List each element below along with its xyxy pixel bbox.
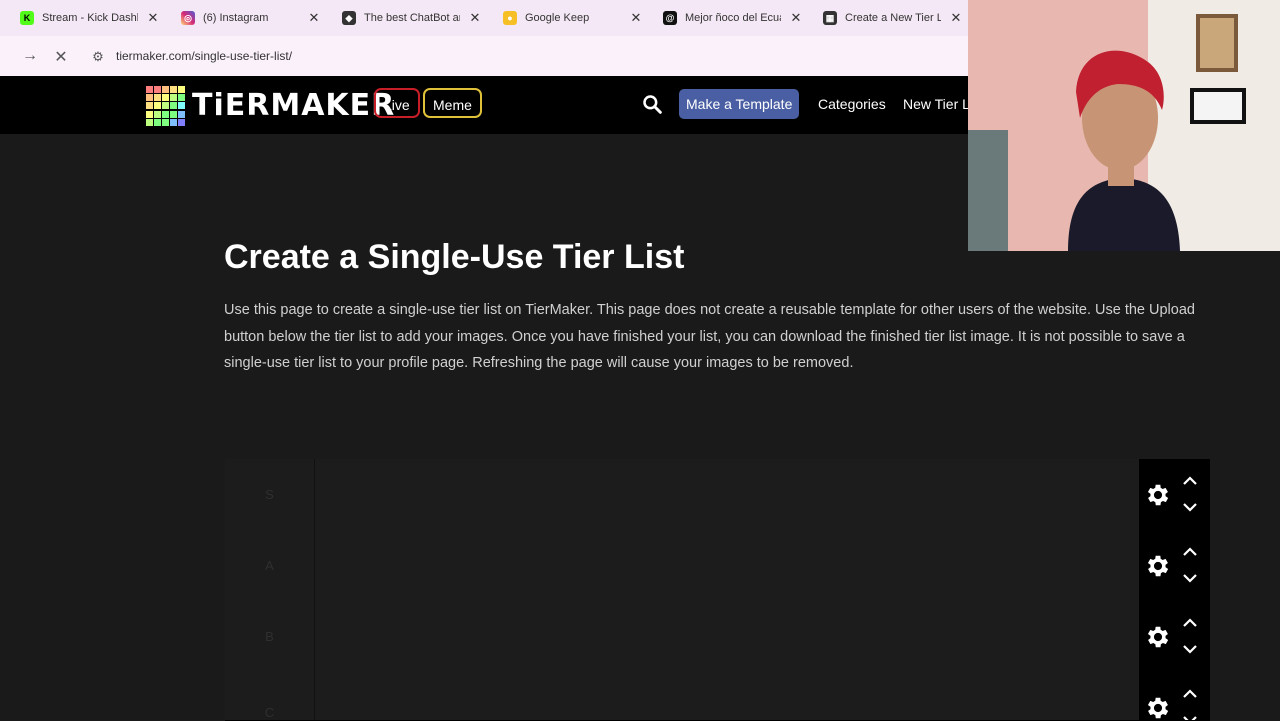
kick-icon: K bbox=[20, 11, 34, 25]
tier-controls bbox=[1139, 672, 1210, 720]
site-logo[interactable]: TiERMAKER bbox=[192, 88, 395, 123]
tab-title: Google Keep bbox=[525, 12, 590, 24]
close-icon[interactable]: ✕ bbox=[307, 10, 321, 26]
chevron-down-icon[interactable] bbox=[1181, 713, 1199, 720]
tab-tiermaker[interactable]: ▦ Create a New Tier List ✕ bbox=[823, 6, 963, 30]
chevron-up-icon[interactable] bbox=[1181, 616, 1199, 630]
tier-label[interactable]: S bbox=[225, 459, 315, 530]
tab-title: The best ChatBot and bbox=[364, 12, 460, 24]
tab-google-keep[interactable]: ● Google Keep ✕ bbox=[503, 6, 643, 30]
site-settings-icon[interactable]: ⚙ bbox=[88, 49, 108, 65]
site-header: TiERMAKER Live Meme Make a Template Cate… bbox=[0, 76, 970, 134]
tab-chatbot[interactable]: ◆ The best ChatBot and ✕ bbox=[342, 6, 482, 30]
close-icon[interactable]: ✕ bbox=[949, 10, 963, 26]
tab-title: (6) Instagram bbox=[203, 12, 269, 24]
tier-row: C bbox=[225, 672, 1210, 721]
make-template-button[interactable]: Make a Template bbox=[679, 89, 800, 119]
tier-row: A bbox=[225, 530, 1210, 602]
gear-icon[interactable] bbox=[1144, 694, 1172, 720]
new-tier-list-link[interactable]: New Tier L bbox=[903, 96, 970, 112]
forward-icon[interactable]: → bbox=[20, 47, 40, 65]
tab-instagram[interactable]: ◎ (6) Instagram ✕ bbox=[181, 6, 321, 30]
chevron-up-icon[interactable] bbox=[1181, 545, 1199, 559]
stop-loading-icon[interactable]: ✕ bbox=[51, 47, 71, 67]
meme-button[interactable]: Meme bbox=[423, 88, 482, 118]
gear-icon[interactable] bbox=[1144, 623, 1172, 651]
tier-drop-zone[interactable] bbox=[315, 459, 1139, 530]
threads-icon: @ bbox=[663, 11, 677, 25]
webcam-overlay bbox=[968, 0, 1280, 251]
tier-label[interactable]: C bbox=[225, 672, 315, 720]
tab-title: Stream - Kick Dashboard bbox=[42, 12, 138, 24]
tier-drop-zone[interactable] bbox=[315, 601, 1139, 672]
tier-label[interactable]: B bbox=[225, 601, 315, 672]
search-icon[interactable] bbox=[642, 94, 662, 114]
tier-label[interactable]: A bbox=[225, 530, 315, 601]
chevron-down-icon[interactable] bbox=[1181, 571, 1199, 585]
page-title: Create a Single-Use Tier List bbox=[224, 238, 685, 276]
chevron-up-icon[interactable] bbox=[1181, 474, 1199, 488]
tiermaker-icon: ▦ bbox=[823, 11, 837, 25]
tier-row: S bbox=[225, 459, 1210, 531]
categories-link[interactable]: Categories bbox=[818, 96, 886, 112]
tiermaker-logo-icon[interactable] bbox=[146, 86, 186, 126]
webcam-image bbox=[968, 0, 1280, 251]
page-description: Use this page to create a single-use tie… bbox=[224, 302, 1195, 371]
url-input[interactable]: tiermaker.com/single-use-tier-list/ bbox=[116, 49, 292, 63]
gear-icon[interactable] bbox=[1144, 552, 1172, 580]
tier-controls bbox=[1139, 530, 1210, 601]
live-button[interactable]: Live bbox=[374, 88, 420, 118]
tier-drop-zone[interactable] bbox=[315, 672, 1139, 720]
tier-controls bbox=[1139, 601, 1210, 672]
close-icon[interactable]: ✕ bbox=[789, 10, 803, 26]
chatbot-icon: ◆ bbox=[342, 11, 356, 25]
gear-icon[interactable] bbox=[1144, 481, 1172, 509]
browser-tab-bar: K Stream - Kick Dashboard ✕ ◎ (6) Instag… bbox=[0, 0, 968, 36]
tier-drop-zone[interactable] bbox=[315, 530, 1139, 601]
chevron-down-icon[interactable] bbox=[1181, 642, 1199, 656]
instagram-icon: ◎ bbox=[181, 11, 195, 25]
close-icon[interactable]: ✕ bbox=[629, 10, 643, 26]
tab-title: Create a New Tier List bbox=[845, 12, 941, 24]
tier-row: B bbox=[225, 601, 1210, 673]
tab-threads[interactable]: @ Mejor ñoco del Ecuador ✕ bbox=[663, 6, 803, 30]
google-keep-icon: ● bbox=[503, 11, 517, 25]
close-icon[interactable]: ✕ bbox=[468, 10, 482, 26]
chevron-down-icon[interactable] bbox=[1181, 500, 1199, 514]
chevron-up-icon[interactable] bbox=[1181, 687, 1199, 701]
address-bar: → ✕ ⚙ tiermaker.com/single-use-tier-list… bbox=[0, 36, 968, 76]
tab-title: Mejor ñoco del Ecuador bbox=[685, 12, 781, 24]
close-icon[interactable]: ✕ bbox=[146, 10, 160, 26]
tab-kick[interactable]: K Stream - Kick Dashboard ✕ bbox=[20, 6, 160, 30]
tier-controls bbox=[1139, 459, 1210, 530]
